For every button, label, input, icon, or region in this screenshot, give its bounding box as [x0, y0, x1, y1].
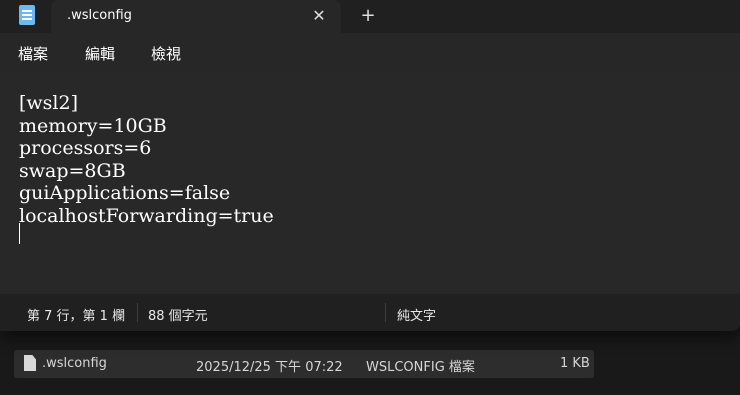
- file-type: WSLCONFIG 檔案: [366, 360, 475, 375]
- file-icon: [24, 355, 36, 371]
- file-date: 2025/12/25 下午 07:22: [196, 360, 343, 375]
- editor-line: swap=8GB: [19, 159, 126, 182]
- new-tab-button[interactable]: +: [356, 3, 380, 29]
- status-divider: [385, 303, 386, 322]
- tab-wslconfig[interactable]: .wslconfig ✕: [51, 0, 341, 33]
- file-row-wslconfig[interactable]: .wslconfig 2025/12/25 下午 07:22 WSLCONFIG…: [14, 350, 594, 378]
- editor-line: [wsl2]: [19, 92, 79, 114]
- text-editor[interactable]: [wsl2] memory=10GB processors=6 swap=8GB…: [0, 72, 740, 294]
- text-caret: [19, 223, 20, 244]
- notepad-window: .wslconfig ✕ + 檔案 編輯 檢視 [wsl2] memory=10…: [0, 0, 740, 331]
- menu-file[interactable]: 檔案: [18, 43, 48, 64]
- notepad-icon: [19, 5, 35, 25]
- status-divider: [137, 303, 138, 322]
- editor-content[interactable]: [wsl2] memory=10GB processors=6 swap=8GB…: [19, 92, 274, 227]
- menu-bar: 檔案 編輯 檢視: [0, 33, 740, 72]
- file-name: .wslconfig: [42, 356, 107, 371]
- menu-edit[interactable]: 編輯: [85, 43, 115, 64]
- editor-line: processors=6: [19, 137, 152, 159]
- character-count: 88 個字元: [148, 309, 208, 324]
- text-format: 純文字: [397, 309, 437, 324]
- file-size: 1 KB: [560, 356, 590, 371]
- editor-line: guiApplications=false: [19, 182, 231, 204]
- editor-line: memory=10GB: [19, 114, 167, 137]
- menu-view[interactable]: 檢視: [151, 43, 181, 64]
- close-tab-icon[interactable]: ✕: [307, 4, 331, 28]
- cursor-position: 第 7 行，第 1 欄: [27, 309, 126, 324]
- tab-title: .wslconfig: [67, 8, 132, 23]
- title-bar: .wslconfig ✕ +: [0, 0, 740, 33]
- editor-line: localhostForwarding=true: [19, 204, 274, 227]
- status-bar: 第 7 行，第 1 欄 88 個字元 純文字: [0, 294, 740, 331]
